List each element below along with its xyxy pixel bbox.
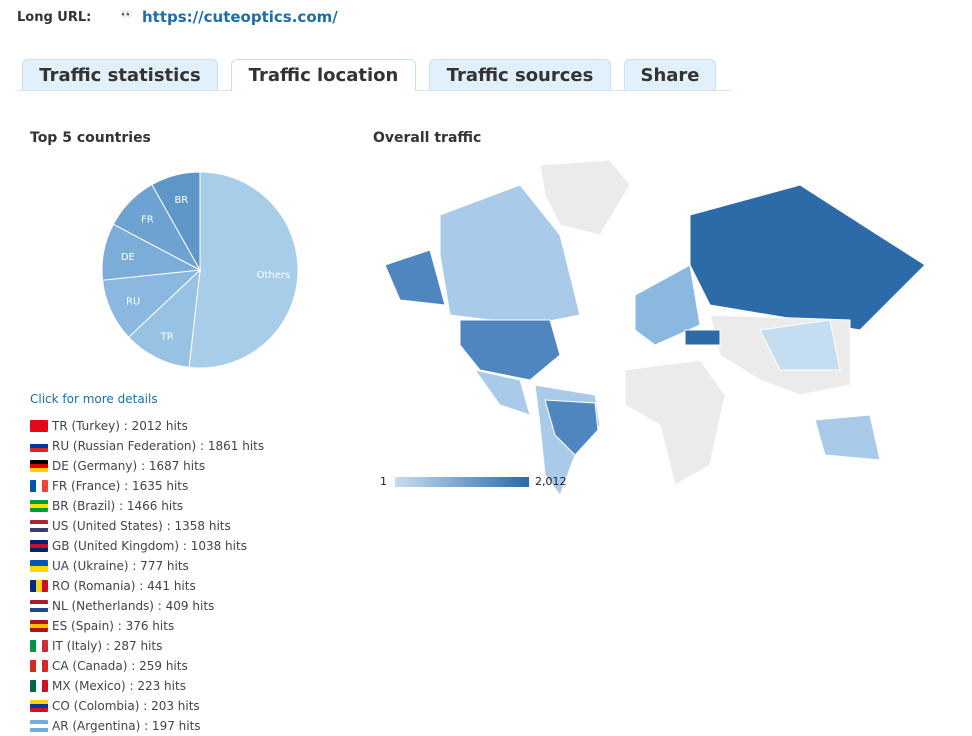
country-row: CO (Colombia) : 203 hits — [30, 696, 264, 716]
long-url-label: Long URL: — [17, 10, 92, 25]
country-hits: TR (Turkey) : 2012 hits — [52, 419, 188, 433]
map-turkey — [684, 329, 721, 346]
country-row: UA (Ukraine) : 777 hits — [30, 556, 264, 576]
country-row: FR (France) : 1635 hits — [30, 476, 264, 496]
tab-traffic-sources[interactable]: Traffic sources — [429, 59, 611, 90]
flag-icon — [30, 440, 48, 452]
flag-icon — [30, 460, 48, 472]
flag-icon — [30, 540, 48, 552]
more-details-link[interactable]: Click for more details — [30, 392, 158, 406]
country-hits: IT (Italy) : 287 hits — [52, 639, 163, 653]
country-hits: UA (Ukraine) : 777 hits — [52, 559, 189, 573]
country-row: RO (Romania) : 441 hits — [30, 576, 264, 596]
map-greenland — [539, 159, 631, 236]
country-row: ES (Spain) : 376 hits — [30, 616, 264, 636]
flag-icon — [30, 480, 48, 492]
map-australia — [814, 414, 881, 461]
top5-title: Top 5 countries — [30, 130, 151, 146]
legend-gradient — [395, 476, 529, 487]
country-row: US (United States) : 1358 hits — [30, 516, 264, 536]
country-list: TR (Turkey) : 2012 hits RU (Russian Feder… — [30, 416, 264, 736]
country-hits: MX (Mexico) : 223 hits — [52, 679, 186, 693]
country-hits: CO (Colombia) : 203 hits — [52, 699, 200, 713]
country-row: DE (Germany) : 1687 hits — [30, 456, 264, 476]
flag-icon — [30, 600, 48, 612]
flag-icon — [30, 720, 48, 732]
tab-bar: Traffic statistics Traffic location Traf… — [18, 59, 730, 91]
country-row: BR (Brazil) : 1466 hits — [30, 496, 264, 516]
tab-traffic-location[interactable]: Traffic location — [231, 59, 416, 91]
country-hits: US (United States) : 1358 hits — [52, 519, 231, 533]
legend-max: 2,012 — [535, 475, 567, 488]
pie-label: TR — [160, 332, 174, 343]
country-row: TR (Turkey) : 2012 hits — [30, 416, 264, 436]
country-hits: NL (Netherlands) : 409 hits — [52, 599, 215, 613]
tab-share[interactable]: Share — [624, 59, 716, 90]
flag-icon — [30, 520, 48, 532]
flag-icon — [30, 560, 48, 572]
flag-icon — [30, 680, 48, 692]
country-hits: RO (Romania) : 441 hits — [52, 579, 196, 593]
flag-icon — [30, 660, 48, 672]
country-row: CA (Canada) : 259 hits — [30, 656, 264, 676]
country-row: MX (Mexico) : 223 hits — [30, 676, 264, 696]
map-legend: 1 2,012 — [380, 475, 567, 488]
flag-icon — [30, 500, 48, 512]
country-hits: BR (Brazil) : 1466 hits — [52, 499, 184, 513]
country-row: RU (Russian Federation) : 1861 hits — [30, 436, 264, 456]
country-row: NL (Netherlands) : 409 hits — [30, 596, 264, 616]
pie-label: BR — [174, 195, 188, 206]
country-row: GB (United Kingdom) : 1038 hits — [30, 536, 264, 556]
map-russia — [689, 184, 926, 331]
country-hits: RU (Russian Federation) : 1861 hits — [52, 439, 265, 453]
pie-label: Others — [257, 270, 291, 281]
country-hits: GB (United Kingdom) : 1038 hits — [52, 539, 247, 553]
world-map[interactable] — [380, 155, 930, 500]
country-hits: FR (France) : 1635 hits — [52, 479, 189, 493]
pie-chart: Others TR RU DE FR BR — [101, 171, 299, 369]
country-row: AR (Argentina) : 197 hits — [30, 716, 264, 736]
flag-icon — [30, 420, 48, 432]
pie-label: FR — [141, 215, 154, 226]
map-alaska — [384, 249, 446, 306]
country-hits: ES (Spain) : 376 hits — [52, 619, 175, 633]
pie-label: RU — [126, 297, 140, 308]
flag-icon — [30, 640, 48, 652]
flag-icon — [30, 620, 48, 632]
country-row: IT (Italy) : 287 hits — [30, 636, 264, 656]
country-hits: CA (Canada) : 259 hits — [52, 659, 188, 673]
country-hits: AR (Argentina) : 197 hits — [52, 719, 201, 733]
map-africa — [624, 359, 726, 486]
flag-icon — [30, 700, 48, 712]
long-url-link[interactable]: https://cuteoptics.com/ — [142, 8, 338, 26]
map-title: Overall traffic — [373, 130, 482, 146]
map-usa — [459, 319, 561, 381]
flag-icon — [30, 580, 48, 592]
eyes-icon: 👀 — [121, 10, 133, 20]
pie-label: DE — [121, 252, 135, 263]
legend-min: 1 — [380, 475, 387, 488]
country-hits: DE (Germany) : 1687 hits — [52, 459, 206, 473]
tab-traffic-statistics[interactable]: Traffic statistics — [22, 59, 218, 90]
